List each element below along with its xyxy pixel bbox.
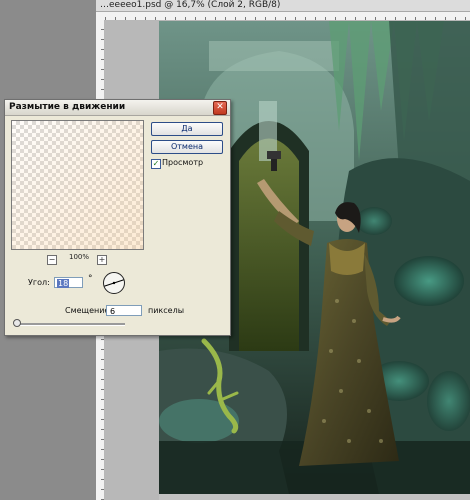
cancel-button[interactable]: Отмена [151, 140, 223, 154]
angle-dial-icon[interactable] [102, 271, 126, 295]
zoom-out-button[interactable]: − [47, 255, 57, 265]
document-title[interactable]: …eeeeo1.psd @ 16,7% (Слой 2, RGB/8) [96, 0, 470, 12]
filter-preview[interactable] [11, 120, 144, 250]
offset-unit: пикселы [148, 306, 185, 315]
offset-label: Смещение: [65, 306, 113, 315]
motion-blur-dialog: Размытие в движении ✕ − 100% + Да Отмена… [4, 99, 231, 336]
ok-button[interactable]: Да [151, 122, 223, 136]
close-icon[interactable]: ✕ [213, 101, 227, 115]
zoom-level: 100% [68, 253, 89, 261]
canvas-bottom-edge [159, 494, 470, 500]
dialog-title: Размытие в движении [9, 102, 126, 112]
degree-sign: ° [88, 274, 93, 284]
zoom-in-button[interactable]: + [97, 255, 107, 265]
angle-value: 18 [57, 279, 70, 288]
checkmark-icon: ✓ [152, 159, 160, 168]
preview-tint [12, 121, 143, 249]
offset-input[interactable]: 6 [106, 305, 142, 316]
offset-slider-track[interactable] [15, 323, 125, 326]
angle-label: Угол: [28, 278, 50, 287]
preview-label: Просмотр [162, 158, 204, 167]
angle-input[interactable]: 18 [54, 277, 83, 288]
preview-checkbox[interactable]: ✓ [151, 159, 161, 169]
dialog-titlebar[interactable]: Размытие в движении ✕ [5, 100, 230, 116]
